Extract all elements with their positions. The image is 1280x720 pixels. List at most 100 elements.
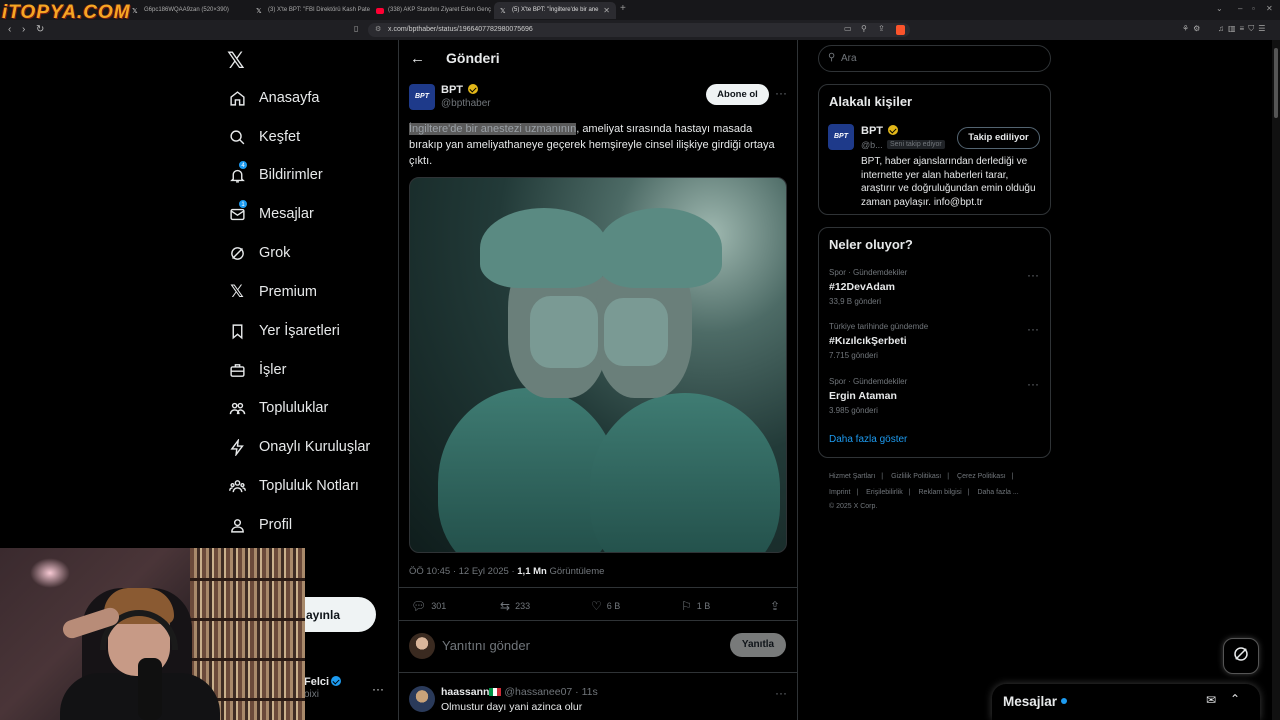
footer-link[interactable]: Erişilebilirlik	[866, 489, 903, 496]
relevant-bio: BPT, haber ajanslarından derlediği ve in…	[861, 156, 1036, 208]
more-dots-icon[interactable]: ···	[775, 86, 787, 100]
browser-tab-active[interactable]: 𝕏 (5) X'te BPT: "İngiltere'de bir ane ✕	[494, 2, 616, 19]
account-handle: oixi	[304, 689, 320, 700]
new-tab-icon[interactable]: +	[620, 3, 626, 14]
bookmark-action[interactable]: ⚐ 1 B	[681, 599, 710, 613]
sidebar-item-bookmarks[interactable]: Yer İşaretleri	[228, 319, 340, 343]
reply-avatar[interactable]	[409, 686, 435, 712]
my-avatar[interactable]	[409, 633, 435, 659]
browser-tab[interactable]: 𝕏 G6pc186WQAA9zan (520×390)	[126, 2, 250, 19]
community-notes-icon	[228, 477, 246, 495]
brave-shield-icon[interactable]	[896, 25, 905, 35]
x-logo-icon[interactable]: 𝕏	[227, 48, 245, 74]
trend-item[interactable]: Türkiye tarihinde gündemde #KızılcıkŞerb…	[829, 322, 928, 360]
footer-link[interactable]: Imprint	[829, 489, 850, 496]
reply-author[interactable]: haassann @hassanee07 · 11s	[441, 686, 598, 698]
chevron-down-icon[interactable]: ⌄	[1216, 4, 1223, 13]
sidebar-item-explore[interactable]: Keşfet	[228, 125, 300, 149]
close-window-icon[interactable]: ✕	[1266, 4, 1273, 13]
sidebar-item-verified-orgs[interactable]: Onaylı Kuruluşlar	[228, 435, 370, 459]
sidebar-item-premium[interactable]: 𝕏 Premium	[228, 280, 317, 304]
search-icon	[228, 128, 246, 146]
tweet-author: BPT	[441, 84, 463, 96]
back-icon[interactable]: ‹	[8, 24, 11, 35]
youtube-icon	[376, 8, 384, 14]
new-message-icon[interactable]: ✉	[1206, 693, 1216, 707]
search-input[interactable]: ⚲ Ara	[818, 45, 1051, 72]
browser-tab[interactable]: (338) AKP Standını Ziyaret Eden Genç	[370, 2, 492, 19]
tweet-image[interactable]	[409, 177, 787, 553]
sidebar-item-jobs[interactable]: İşler	[228, 358, 286, 382]
reply-action[interactable]: 💬︎ 301	[411, 599, 446, 613]
unread-dot	[1061, 698, 1068, 704]
footer-link[interactable]: Daha fazla ...	[977, 489, 1018, 496]
more-dots-icon[interactable]: ···	[372, 682, 384, 696]
back-arrow-icon[interactable]: ←	[410, 50, 425, 67]
browser-tab[interactable]: 𝕏 (3) X'te BPT: "FBI Direktörü Kash Pate	[250, 2, 370, 19]
show-more-link[interactable]: Daha fazla göster	[829, 434, 907, 445]
more-dots-icon[interactable]: ···	[1027, 322, 1039, 336]
reply-input[interactable]: Yanıtını gönder	[442, 638, 530, 653]
trend-item[interactable]: Spor · Gündemdekiler #12DevAdam 33,9 B g…	[829, 268, 907, 306]
surgical-mask	[530, 296, 598, 368]
repost-icon: ⇆	[500, 599, 511, 613]
lightning-icon	[228, 438, 246, 456]
sidebar-item-notifications[interactable]: 4 Bildirimler	[228, 160, 323, 187]
maximize-icon[interactable]: ▫	[1252, 4, 1255, 13]
forward-icon[interactable]: ›	[22, 24, 25, 35]
minimize-icon[interactable]: –	[1238, 4, 1242, 13]
footer-link[interactable]: Reklam bilgisi	[919, 489, 962, 496]
avatar[interactable]: BPT	[409, 84, 435, 110]
reply-button[interactable]: Yanıtla	[730, 633, 786, 657]
more-dots-icon[interactable]: ···	[1027, 268, 1039, 282]
share-action[interactable]: ⇪	[770, 599, 785, 613]
more-dots-icon[interactable]: ···	[1027, 377, 1039, 391]
more-dots-icon[interactable]: ···	[775, 686, 787, 700]
extensions-icon[interactable]: ⚘⚙	[1182, 24, 1204, 33]
following-button[interactable]: Takip ediliyor	[957, 127, 1040, 149]
messages-dock-title: Mesajlar	[1003, 694, 1058, 709]
share-icon[interactable]: ⇪	[878, 24, 885, 33]
footer-link[interactable]: Gizlilik Politikası	[891, 473, 941, 480]
trend-item[interactable]: Spor · Gündemdekiler Ergin Ataman 3.985 …	[829, 377, 907, 415]
divider	[398, 620, 798, 621]
sidebar-item-communities[interactable]: Topluluklar	[228, 396, 328, 420]
close-tab-icon[interactable]: ✕	[603, 6, 610, 15]
surgical-cap	[598, 208, 722, 288]
divider	[398, 587, 798, 588]
sidebar-item-community-notes[interactable]: Topluluk Notları	[228, 474, 359, 498]
like-action[interactable]: ♡ 6 B	[591, 599, 620, 613]
relevant-handle[interactable]: @b...	[861, 140, 883, 150]
messages-dock[interactable]: Mesajlar ✉ ⌃	[992, 684, 1260, 720]
screen-icon[interactable]: ▭	[844, 24, 852, 33]
site-info-icon[interactable]: ⚙	[375, 25, 381, 33]
verified-org-icon	[468, 84, 479, 94]
communities-icon	[228, 399, 246, 417]
divider	[398, 672, 798, 673]
grok-icon	[1232, 645, 1250, 668]
page-scrollbar[interactable]	[1272, 40, 1280, 720]
webcam-overlay	[0, 548, 305, 720]
sidebar-item-messages[interactable]: 1 Mesajlar	[228, 199, 314, 226]
subscribe-button[interactable]: Abone ol	[706, 84, 769, 105]
scrollbar-thumb[interactable]	[1274, 48, 1278, 118]
verified-org-icon	[888, 125, 899, 135]
toolbar-icons[interactable]: ♫▥≡⛉☰	[1218, 24, 1269, 34]
tweet-handle[interactable]: @bpthaber	[441, 98, 491, 109]
zoom-icon[interactable]: ⚲	[861, 24, 867, 33]
views-count: 1,1 Mn	[517, 566, 547, 577]
footer-links: Hizmet Şartları | Gizlilik Politikası | Çe…	[829, 473, 1014, 480]
url-field[interactable]: ⚙ x.com/bpthaber/status/19664077829800756…	[368, 23, 910, 37]
sidebar-item-home[interactable]: Anasayfa	[228, 86, 319, 110]
expand-icon[interactable]: ⌃	[1230, 692, 1240, 706]
bookmark-icon	[228, 322, 246, 340]
footer-link[interactable]: Çerez Politikası	[957, 473, 1006, 480]
sidebar-item-grok[interactable]: Grok	[228, 241, 290, 265]
reload-icon[interactable]: ↻	[36, 24, 44, 35]
bookmark-icon[interactable]: ▯	[354, 24, 358, 33]
repost-action[interactable]: ⇆ 233	[500, 599, 530, 613]
footer-link[interactable]: Hizmet Şartları	[829, 473, 875, 480]
sidebar-item-profile[interactable]: Profil	[228, 513, 292, 537]
grok-floating-button[interactable]	[1223, 638, 1259, 674]
avatar[interactable]: BPT	[828, 124, 854, 150]
